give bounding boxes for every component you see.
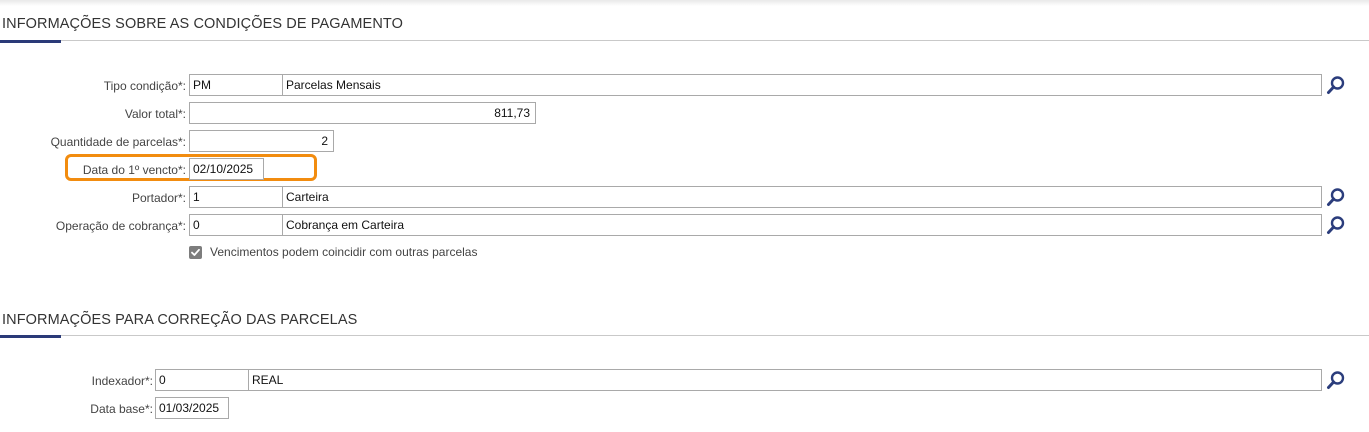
data-vencto-input[interactable]: 02/10/2025 <box>189 158 264 180</box>
tipo-condicao-label: Tipo condição*: <box>103 79 186 93</box>
operacao-cobranca-label: Operação de cobrança*: <box>55 219 186 233</box>
operacao-cobranca-code-input[interactable]: 0 <box>189 214 283 236</box>
valor-total-input[interactable]: 811,73 <box>189 102 536 124</box>
operacao-cobranca-lookup-button[interactable] <box>1326 215 1346 235</box>
magnifier-icon <box>1327 188 1345 206</box>
magnifier-icon <box>1327 76 1345 94</box>
section-divider <box>0 335 1369 336</box>
quantidade-parcelas-input[interactable]: 2 <box>189 130 334 152</box>
tipo-condicao-description-input[interactable]: Parcelas Mensais <box>282 74 1322 96</box>
indexador-description-input[interactable]: REAL <box>248 369 1322 391</box>
payment-section-title: INFORMAÇÕES SOBRE AS CONDIÇÕES DE PAGAME… <box>2 16 403 32</box>
vencimentos-checkbox[interactable] <box>189 246 202 259</box>
operacao-cobranca-description-input[interactable]: Cobrança em Carteira <box>282 214 1322 236</box>
section-accent-bar <box>0 40 61 43</box>
portador-lookup-button[interactable] <box>1326 187 1346 207</box>
data-base-label: Data base*: <box>90 402 153 416</box>
tipo-condicao-code-input[interactable]: PM <box>189 74 283 96</box>
indexador-code-input[interactable]: 0 <box>155 369 249 391</box>
quantidade-parcelas-label: Quantidade de parcelas*: <box>50 135 186 149</box>
magnifier-icon <box>1327 371 1345 389</box>
data-vencto-label: Data do 1º vencto*: <box>82 163 186 177</box>
indexador-label: Indexador*: <box>91 374 153 388</box>
data-base-input[interactable]: 01/03/2025 <box>155 397 229 419</box>
section-accent-bar <box>0 335 61 338</box>
indexador-lookup-button[interactable] <box>1326 370 1346 390</box>
magnifier-icon <box>1327 216 1345 234</box>
top-shadow <box>0 0 1369 6</box>
correction-section-title: INFORMAÇÕES PARA CORREÇÃO DAS PARCELAS <box>2 312 358 328</box>
checkmark-icon <box>191 248 200 256</box>
section-divider <box>0 40 1369 41</box>
vencimentos-checkbox-label[interactable]: Vencimentos podem coincidir com outras p… <box>210 245 477 259</box>
portador-code-input[interactable]: 1 <box>189 186 283 208</box>
tipo-condicao-lookup-button[interactable] <box>1326 75 1346 95</box>
portador-label: Portador*: <box>131 191 186 205</box>
portador-description-input[interactable]: Carteira <box>282 186 1322 208</box>
valor-total-label: Valor total*: <box>124 107 186 121</box>
